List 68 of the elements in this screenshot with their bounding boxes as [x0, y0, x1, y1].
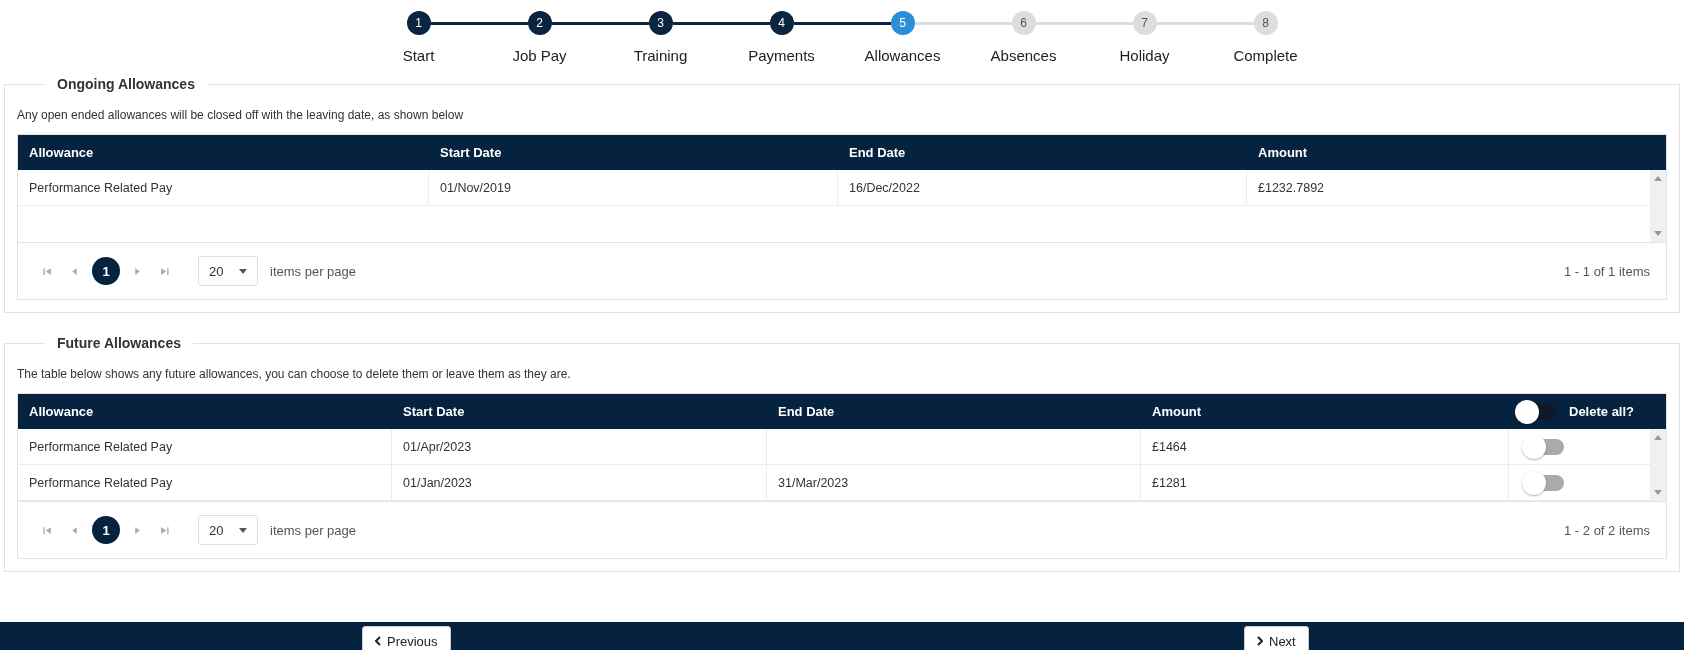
section-description: The table below shows any future allowances, you can choose to delete them or leave them as they are. [17, 367, 572, 381]
table-cell: 16/Dec/2022 [838, 170, 1247, 205]
scrollbar[interactable] [1650, 170, 1666, 242]
next-page-icon[interactable] [133, 266, 142, 276]
pager-info: 1 - 1 of 1 items [1564, 263, 1650, 279]
page-size-dropdown[interactable]: 20 [198, 515, 258, 545]
next-button[interactable]: Next [1244, 626, 1309, 650]
step-label: Start [402, 47, 435, 64]
section-title: Future Allowances [56, 335, 182, 351]
page-button[interactable]: 1 [92, 516, 120, 544]
scroll-up-icon[interactable] [1654, 435, 1662, 440]
step-label: Allowances [864, 47, 941, 64]
step-number[interactable]: 8 [1253, 11, 1278, 35]
table-cell: Performance Related Pay [18, 170, 429, 205]
last-page-icon[interactable] [160, 266, 169, 276]
column-header: Allowance [28, 145, 95, 160]
step-label: Absences [990, 47, 1057, 64]
table-cell: 01/Jan/2023 [392, 465, 767, 500]
page-size-label: items per page [270, 263, 356, 279]
column-header: Allowance [28, 404, 95, 419]
scrollbar[interactable] [1650, 429, 1666, 501]
section-description: Any open ended allowances will be closed off with the leaving date, as shown below [17, 108, 465, 122]
page-size-dropdown[interactable]: 20 [198, 256, 258, 286]
column-header: Amount [1151, 404, 1203, 419]
previous-button[interactable]: Previous [362, 626, 451, 650]
last-page-icon[interactable] [160, 525, 169, 535]
previous-page-icon[interactable] [70, 525, 79, 535]
first-page-icon[interactable] [43, 266, 52, 276]
step-number[interactable]: 5 [890, 11, 915, 35]
table-cell: Performance Related Pay [18, 429, 392, 464]
previous-page-icon[interactable] [70, 266, 79, 276]
page-size-label: items per page [270, 522, 356, 538]
chevron-left-icon [375, 636, 381, 646]
caret-icon [239, 268, 247, 274]
pager-info: 1 - 2 of 2 items [1564, 522, 1650, 538]
column-header: Start Date [439, 145, 503, 160]
step-number[interactable]: 6 [1011, 11, 1036, 35]
scroll-down-icon[interactable] [1654, 231, 1662, 236]
step-label: Complete [1233, 47, 1298, 64]
step-number[interactable]: 3 [648, 11, 673, 35]
column-header: Start Date [402, 404, 466, 419]
table-cell-text: £1232.7892 [1257, 179, 1326, 197]
table-cell: Performance Related Pay [18, 465, 392, 500]
column-header: End Date [777, 404, 836, 419]
step-label: Training [633, 47, 688, 64]
step-label: Payments [748, 47, 815, 64]
first-page-icon[interactable] [43, 525, 52, 535]
column-header: End Date [848, 145, 907, 160]
table-cell: £1281 [1141, 465, 1509, 500]
column-header: Amount [1257, 145, 1309, 160]
step-number[interactable]: 4 [769, 11, 794, 35]
table-cell: 01/Apr/2023 [392, 429, 767, 464]
caret-icon [239, 527, 247, 533]
step-number[interactable]: 7 [1132, 11, 1157, 35]
step-label: Job Pay [512, 47, 567, 64]
scroll-up-icon[interactable] [1654, 176, 1662, 181]
next-page-icon[interactable] [133, 525, 142, 535]
column-header: Delete all? [1569, 404, 1635, 419]
step-number[interactable]: 2 [527, 11, 552, 35]
table-cell: 01/Nov/2019 [429, 170, 838, 205]
step-label: Holiday [1119, 47, 1170, 64]
table-cell: £1464 [1141, 429, 1509, 464]
table-cell: 31/Mar/2023 [767, 465, 1141, 500]
section-title: Ongoing Allowances [56, 76, 196, 92]
scroll-down-icon[interactable] [1654, 490, 1662, 495]
page-button[interactable]: 1 [92, 257, 120, 285]
chevron-right-icon [1257, 636, 1263, 646]
step-number[interactable]: 1 [406, 11, 431, 35]
